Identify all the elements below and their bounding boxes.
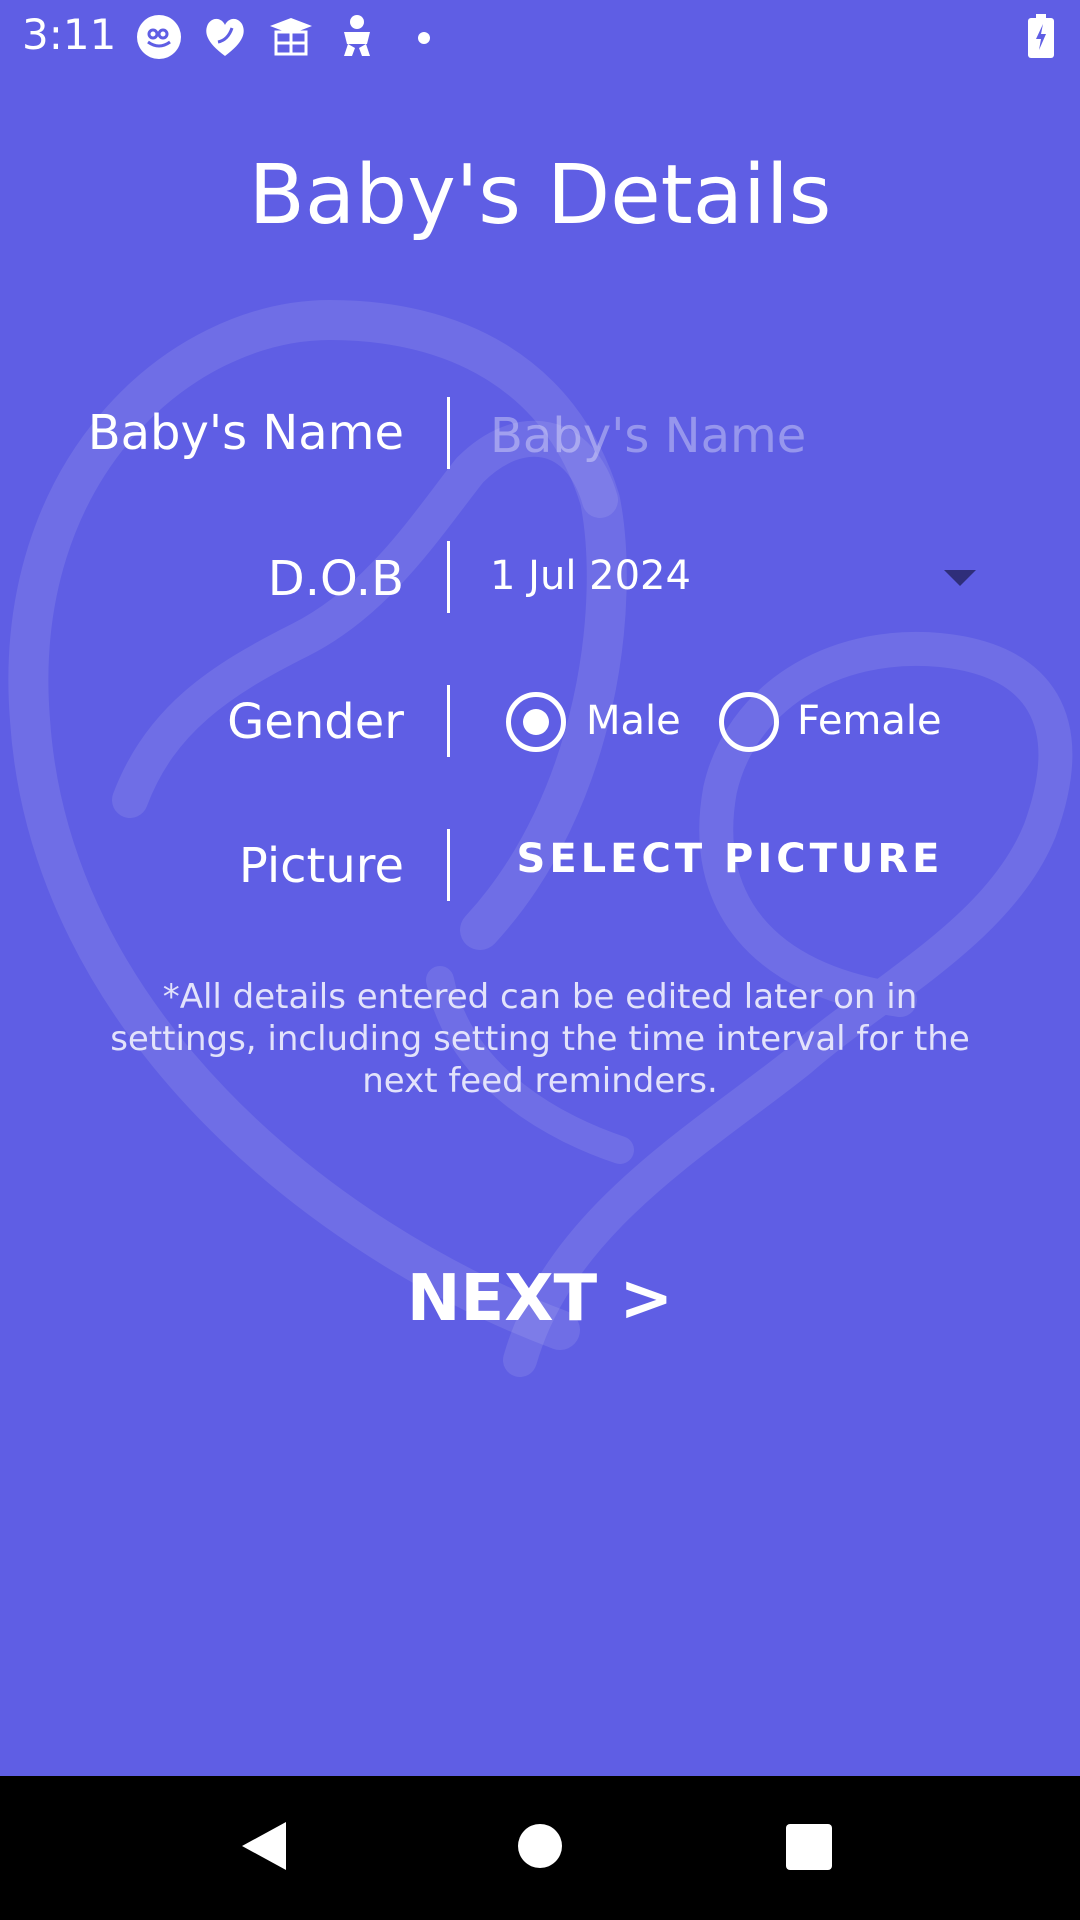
home-icon[interactable] bbox=[518, 1824, 562, 1868]
back-icon[interactable] bbox=[242, 1822, 286, 1870]
dob-value: 1 Jul 2024 bbox=[490, 553, 691, 599]
radio-male-label[interactable]: Male bbox=[586, 698, 681, 744]
baby-face-icon bbox=[137, 15, 181, 59]
picture-label: Picture bbox=[238, 838, 404, 894]
heart-watermark bbox=[8, 299, 1073, 1377]
status-time: 3:11 bbox=[22, 10, 117, 59]
recents-icon[interactable] bbox=[786, 1824, 832, 1870]
graduation-cap-icon bbox=[270, 18, 312, 56]
name-label: Baby's Name bbox=[87, 405, 404, 461]
baby-figure-icon bbox=[344, 15, 370, 56]
dob-divider bbox=[447, 541, 450, 613]
navigation-bar bbox=[0, 1776, 1080, 1920]
select-picture-button[interactable]: SELECT PICTURE bbox=[510, 836, 950, 882]
baby-name-input[interactable] bbox=[490, 400, 1010, 472]
picture-divider bbox=[447, 829, 450, 901]
gender-label: Gender bbox=[227, 694, 404, 750]
next-button[interactable]: NEXT > bbox=[0, 1262, 1080, 1336]
page-title: Baby's Details bbox=[248, 148, 832, 243]
battery-charging-icon bbox=[1028, 14, 1054, 58]
radio-female-label[interactable]: Female bbox=[797, 698, 942, 744]
gender-divider bbox=[447, 685, 450, 757]
radio-female[interactable] bbox=[719, 692, 779, 752]
name-divider bbox=[447, 397, 450, 469]
dob-label: D.O.B bbox=[267, 551, 404, 607]
heart-icon bbox=[206, 18, 244, 56]
dropdown-arrow-icon bbox=[944, 570, 976, 586]
settings-note: *All details entered can be edited later… bbox=[110, 977, 970, 1101]
dot-icon bbox=[418, 32, 430, 44]
radio-selected-dot bbox=[523, 709, 549, 735]
status-bar: 3:11 bbox=[0, 0, 1080, 72]
radio-male[interactable] bbox=[506, 692, 566, 752]
